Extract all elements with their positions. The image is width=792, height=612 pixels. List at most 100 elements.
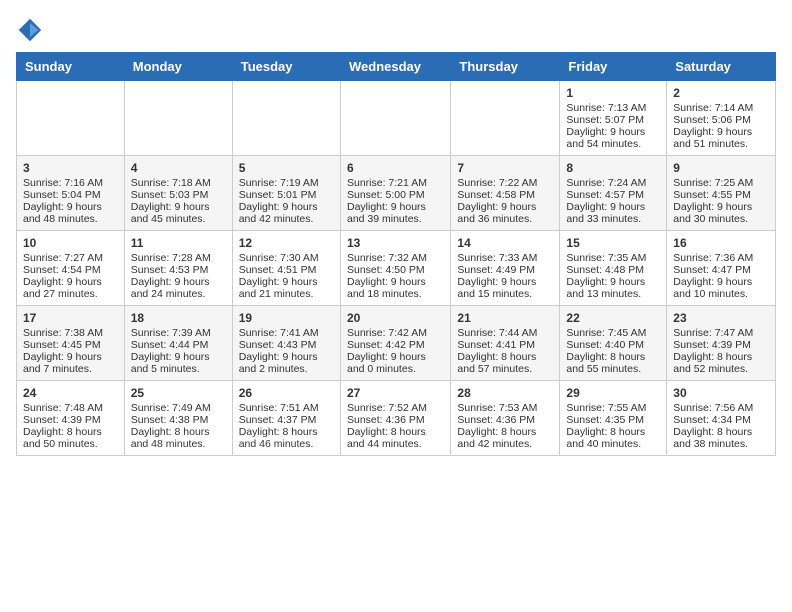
day-info: Daylight: 9 hours: [347, 276, 426, 288]
day-info: and 36 minutes.: [457, 213, 532, 225]
calendar-cell: [340, 81, 450, 156]
day-info: and 39 minutes.: [347, 213, 422, 225]
day-number: 5: [239, 161, 334, 175]
day-info: and 55 minutes.: [566, 363, 641, 375]
day-info: Sunset: 5:07 PM: [566, 114, 644, 126]
day-info: Sunset: 5:06 PM: [673, 114, 751, 126]
day-info: Sunset: 5:03 PM: [131, 189, 209, 201]
day-info: Sunrise: 7:16 AM: [23, 177, 103, 189]
day-info: Sunset: 5:01 PM: [239, 189, 317, 201]
day-info: Daylight: 8 hours: [457, 351, 536, 363]
day-number: 19: [239, 311, 334, 325]
day-info: Sunset: 4:39 PM: [673, 339, 751, 351]
day-info: Daylight: 9 hours: [566, 126, 645, 138]
day-info: Sunset: 4:48 PM: [566, 264, 644, 276]
calendar-day-header: Sunday: [17, 53, 125, 81]
day-info: Daylight: 9 hours: [239, 351, 318, 363]
calendar-week-row: 1Sunrise: 7:13 AMSunset: 5:07 PMDaylight…: [17, 81, 776, 156]
day-info: Sunrise: 7:53 AM: [457, 402, 537, 414]
day-info: Sunrise: 7:55 AM: [566, 402, 646, 414]
day-number: 2: [673, 86, 769, 100]
calendar-cell: 20Sunrise: 7:42 AMSunset: 4:42 PMDayligh…: [340, 306, 450, 381]
calendar-week-row: 24Sunrise: 7:48 AMSunset: 4:39 PMDayligh…: [17, 381, 776, 456]
day-info: Daylight: 8 hours: [673, 426, 752, 438]
day-info: Sunrise: 7:47 AM: [673, 327, 753, 339]
day-number: 21: [457, 311, 553, 325]
day-info: and 57 minutes.: [457, 363, 532, 375]
day-number: 28: [457, 386, 553, 400]
day-number: 6: [347, 161, 444, 175]
day-info: Daylight: 9 hours: [23, 351, 102, 363]
day-info: and 38 minutes.: [673, 438, 748, 450]
day-info: and 48 minutes.: [131, 438, 206, 450]
day-info: Sunrise: 7:41 AM: [239, 327, 319, 339]
calendar-cell: 25Sunrise: 7:49 AMSunset: 4:38 PMDayligh…: [124, 381, 232, 456]
day-info: and 54 minutes.: [566, 138, 641, 150]
day-info: Daylight: 8 hours: [131, 426, 210, 438]
day-number: 7: [457, 161, 553, 175]
day-number: 14: [457, 236, 553, 250]
day-info: and 18 minutes.: [347, 288, 422, 300]
page-header: [16, 16, 776, 44]
calendar-day-header: Thursday: [451, 53, 560, 81]
day-number: 3: [23, 161, 118, 175]
day-info: and 42 minutes.: [457, 438, 532, 450]
day-info: Daylight: 9 hours: [23, 276, 102, 288]
day-info: Sunset: 4:51 PM: [239, 264, 317, 276]
calendar-cell: 11 Sunrise: 7:28 AMSunset: 4:53 PMDayligh…: [124, 231, 232, 306]
calendar-cell: 2Sunrise: 7:14 AMSunset: 5:06 PMDaylight…: [667, 81, 776, 156]
logo-icon: [16, 16, 44, 44]
calendar-cell: 30Sunrise: 7:56 AMSunset: 4:34 PMDayligh…: [667, 381, 776, 456]
day-info: and 33 minutes.: [566, 213, 641, 225]
day-number: 23: [673, 311, 769, 325]
day-info: Daylight: 8 hours: [457, 426, 536, 438]
day-info: Daylight: 8 hours: [566, 351, 645, 363]
calendar-cell: 17Sunrise: 7:38 AMSunset: 4:45 PMDayligh…: [17, 306, 125, 381]
calendar-week-row: 3Sunrise: 7:16 AMSunset: 5:04 PMDaylight…: [17, 156, 776, 231]
day-number: 18: [131, 311, 226, 325]
calendar-day-header: Saturday: [667, 53, 776, 81]
calendar-cell: 3Sunrise: 7:16 AMSunset: 5:04 PMDaylight…: [17, 156, 125, 231]
day-info: Sunrise: 7:14 AM: [673, 102, 753, 114]
day-info: Sunset: 4:53 PM: [131, 264, 209, 276]
day-info: and 10 minutes.: [673, 288, 748, 300]
day-info: and 42 minutes.: [239, 213, 314, 225]
day-number: 8: [566, 161, 660, 175]
day-info: Sunrise: 7:19 AM: [239, 177, 319, 189]
day-info: Sunrise: 7:32 AM: [347, 252, 427, 264]
day-info: Daylight: 9 hours: [347, 351, 426, 363]
day-info: and 44 minutes.: [347, 438, 422, 450]
calendar-cell: [451, 81, 560, 156]
day-info: Sunset: 4:34 PM: [673, 414, 751, 426]
day-info: and 2 minutes.: [239, 363, 308, 375]
day-info: Sunrise: 7:22 AM: [457, 177, 537, 189]
day-info: and 45 minutes.: [131, 213, 206, 225]
day-number: 11: [131, 236, 226, 250]
day-info: Sunset: 4:41 PM: [457, 339, 535, 351]
day-info: Sunset: 4:39 PM: [23, 414, 101, 426]
day-info: Sunset: 4:50 PM: [347, 264, 425, 276]
day-info: Daylight: 9 hours: [23, 201, 102, 213]
calendar-cell: 16Sunrise: 7:36 AMSunset: 4:47 PMDayligh…: [667, 231, 776, 306]
calendar-cell: 19Sunrise: 7:41 AMSunset: 4:43 PMDayligh…: [232, 306, 340, 381]
day-number: 30: [673, 386, 769, 400]
day-info: Daylight: 9 hours: [457, 201, 536, 213]
day-info: Daylight: 9 hours: [131, 276, 210, 288]
day-info: Sunrise: 7:13 AM: [566, 102, 646, 114]
day-info: Daylight: 9 hours: [566, 276, 645, 288]
day-info: Sunset: 4:45 PM: [23, 339, 101, 351]
day-info: Sunrise: 7:25 AM: [673, 177, 753, 189]
calendar-cell: 1Sunrise: 7:13 AMSunset: 5:07 PMDaylight…: [560, 81, 667, 156]
day-info: and 5 minutes.: [131, 363, 200, 375]
day-info: Sunrise: 7:24 AM: [566, 177, 646, 189]
calendar-cell: 8Sunrise: 7:24 AMSunset: 4:57 PMDaylight…: [560, 156, 667, 231]
day-info: and 51 minutes.: [673, 138, 748, 150]
calendar-cell: 7Sunrise: 7:22 AMSunset: 4:58 PMDaylight…: [451, 156, 560, 231]
day-info: Sunrise: 7:28 AM: [131, 252, 211, 264]
day-info: Sunset: 4:40 PM: [566, 339, 644, 351]
calendar-cell: 5Sunrise: 7:19 AMSunset: 5:01 PMDaylight…: [232, 156, 340, 231]
calendar-week-row: 10Sunrise: 7:27 AMSunset: 4:54 PMDayligh…: [17, 231, 776, 306]
day-info: and 27 minutes.: [23, 288, 98, 300]
calendar-cell: [124, 81, 232, 156]
day-info: Daylight: 8 hours: [23, 426, 102, 438]
